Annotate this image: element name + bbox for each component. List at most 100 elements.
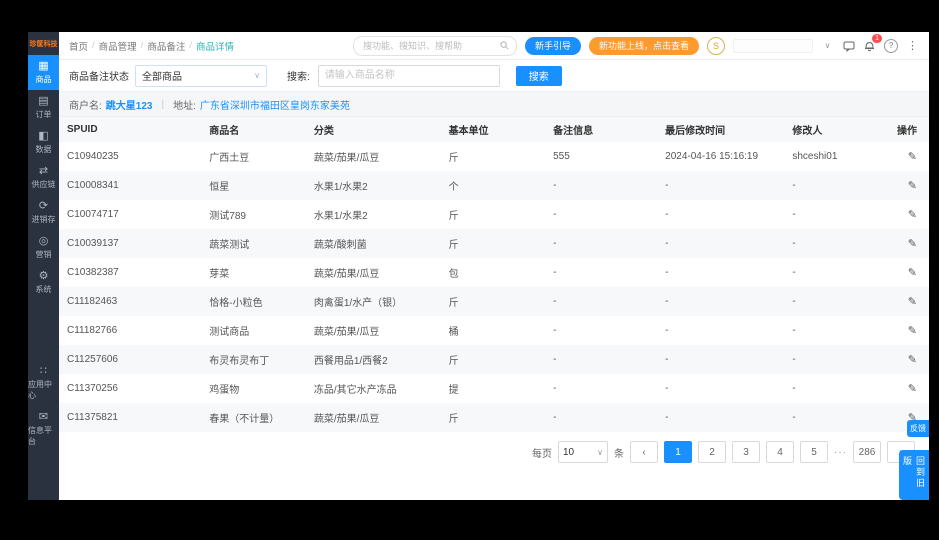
cell-remark: - [553, 354, 557, 365]
breadcrumb-item[interactable]: 首页 [69, 39, 88, 53]
edit-icon[interactable]: ✎ [908, 267, 917, 279]
promo-banner-button[interactable]: 新功能上线，点击查看 [588, 36, 699, 55]
cell-unit: 斤 [448, 298, 459, 309]
chevron-down-icon[interactable]: ∨ [821, 39, 834, 52]
filter-bar: 商品备注状态 全部商品 ∨ 搜索: 搜索 [59, 60, 929, 92]
help-icon[interactable]: ? [884, 38, 898, 53]
nav-icon: ⟳ [38, 200, 49, 212]
cell-actions: ✎ [874, 258, 929, 287]
merchant-address-link[interactable]: 广东省深圳市福田区皇岗东家美苑 [200, 97, 350, 112]
search-button[interactable]: 搜索 [515, 65, 562, 86]
cell-unit: 斤 [448, 153, 459, 164]
edit-icon[interactable]: ✎ [908, 383, 917, 395]
table-header-row: SPUID 商品名 分类 基本单位 备注信息 最后修改时间 修改人 操作 [59, 117, 929, 142]
edit-icon[interactable]: ✎ [908, 238, 917, 250]
global-search[interactable] [352, 35, 517, 56]
edit-icon[interactable]: ✎ [908, 325, 917, 337]
breadcrumb-item[interactable]: 商品管理 [99, 39, 137, 53]
cell-name: 鸡蛋物 [209, 385, 240, 396]
sidebar-item-商品[interactable]: ▦ 商品 [28, 55, 59, 90]
page-number-list: 12345 [664, 441, 828, 463]
sidebar-nav: ▦ 商品 ▤ 订单 ◧ 数据 ⇄ 供应链 ⟳ 进销存 ◎ 营销 ⚙ 系统 [28, 55, 59, 300]
prev-page-button[interactable]: ‹ [630, 441, 658, 463]
edit-icon[interactable]: ✎ [908, 151, 917, 163]
column-header: SPUID [59, 117, 202, 142]
bell-icon[interactable]: 1 [863, 34, 882, 52]
cell-remark: - [553, 296, 557, 307]
beginner-guide-button[interactable]: 新手引导 [524, 36, 581, 55]
cell-modifier: - [792, 412, 796, 423]
chat-icon[interactable] [842, 39, 855, 52]
nav-label: 供应链 [31, 180, 56, 189]
cell-spuid: C11370256 [67, 383, 118, 394]
avatar[interactable]: S [707, 36, 725, 55]
page-button-2[interactable]: 2 [698, 441, 726, 463]
page-button-1[interactable]: 1 [664, 441, 692, 463]
page-button-4[interactable]: 4 [766, 441, 794, 463]
sidebar-item-数据[interactable]: ◧ 数据 [28, 125, 59, 160]
edit-icon[interactable]: ✎ [908, 296, 917, 308]
nav-label: 订单 [35, 110, 52, 119]
cell-actions: ✎ [874, 287, 929, 316]
table-row: C11182766 测试商品 蔬菜/茄果/瓜豆 桶 - - - ✎ [59, 316, 929, 345]
sidebar-item-信息平台[interactable]: ✉ 信息平台 [28, 406, 59, 452]
sidebar-item-应用中心[interactable]: ∷ 应用中心 [28, 360, 59, 406]
sidebar-item-订单[interactable]: ▤ 订单 [28, 90, 59, 125]
cell-spuid: C11375821 [67, 412, 118, 423]
status-filter-select[interactable]: 全部商品 ∨ [135, 64, 267, 87]
sidebar-item-进销存[interactable]: ⟳ 进销存 [28, 195, 59, 230]
cell-remark: - [553, 412, 557, 423]
topbar: 首页/商品管理/商品备注/商品详情 新手引导 新功能上线，点击查看 S ∨ [59, 32, 929, 60]
edit-icon[interactable]: ✎ [908, 354, 917, 366]
keyword-search-input[interactable] [317, 64, 500, 87]
main-area: 首页/商品管理/商品备注/商品详情 新手引导 新功能上线，点击查看 S ∨ [59, 32, 929, 500]
sidebar-bottom-nav: ∷ 应用中心 ✉ 信息平台 [28, 360, 59, 452]
cell-actions: ✎ [874, 171, 929, 200]
edit-icon[interactable]: ✎ [908, 209, 917, 221]
breadcrumb-item[interactable]: 商品备注 [147, 39, 185, 53]
breadcrumb-separator: / [189, 40, 192, 51]
sidebar-item-营销[interactable]: ◎ 营销 [28, 230, 59, 265]
merchant-name-label: 商户名: [69, 100, 102, 112]
more-menu-icon[interactable]: ⋮ [906, 39, 919, 52]
cell-category: 水果1/水果2 [313, 211, 368, 222]
cell-name: 测试商品 [209, 327, 250, 338]
sidebar-item-系统[interactable]: ⚙ 系统 [28, 265, 59, 300]
table-row: C10008341 恒星 水果1/水果2 个 - - - ✎ [59, 171, 929, 200]
cell-category: 蔬菜/酸刺菌 [313, 240, 367, 251]
cell-category: 西餐用品1/西餐2 [313, 356, 388, 367]
cell-category: 蔬菜/茄果/瓜豆 [313, 153, 380, 164]
column-header: 操作 [873, 117, 929, 142]
last-page-button[interactable]: 286 [853, 441, 881, 463]
cell-modifier: - [792, 267, 796, 278]
table-body: C10940235 广西土豆 蔬菜/茄果/瓜豆斤 555 2024-04-16 15:1… [59, 142, 929, 432]
cell-remark: - [553, 238, 557, 249]
cell-category: 蔬菜/茄果/瓜豆 [313, 414, 380, 425]
global-search-input[interactable] [360, 39, 496, 52]
nav-label: 进销存 [31, 215, 56, 224]
feedback-side-tab[interactable]: 反馈 [907, 420, 929, 437]
cell-spuid: C10382387 [67, 267, 119, 278]
edit-icon[interactable]: ✎ [908, 180, 917, 192]
table-row: C10382387 芽菜 蔬菜/茄果/瓜豆 包 - - - ✎ [59, 258, 929, 287]
cell-name: 恰格-小粒色 [209, 298, 263, 309]
breadcrumb-item[interactable]: 商品详情 [196, 39, 234, 53]
cell-spuid: C11182463 [67, 296, 118, 307]
page-button-5[interactable]: 5 [800, 441, 828, 463]
sidebar-item-供应链[interactable]: ⇄ 供应链 [28, 160, 59, 195]
cell-modified_at: - [665, 354, 669, 365]
per-page-select[interactable]: 10 ∨ [558, 441, 608, 463]
cell-unit: 斤 [448, 414, 459, 425]
page-button-3[interactable]: 3 [732, 441, 760, 463]
cell-name: 测试789 [209, 211, 246, 222]
cell-unit: 提 [448, 385, 459, 396]
back-to-old-version-widget[interactable]: 回到旧版 [899, 450, 929, 500]
column-header: 商品名 [201, 117, 306, 142]
cell-spuid: C10074717 [67, 209, 119, 220]
merchant-name-link[interactable]: 跳大星123 [106, 97, 153, 112]
table-row: C10074717 测试789 水果1/水果2 斤 - - - ✎ [59, 200, 929, 229]
cell-unit: 个 [448, 182, 459, 193]
nav-icon: ⇄ [38, 165, 49, 177]
breadcrumb-separator: / [92, 40, 95, 51]
cell-modified_at: - [665, 180, 669, 191]
